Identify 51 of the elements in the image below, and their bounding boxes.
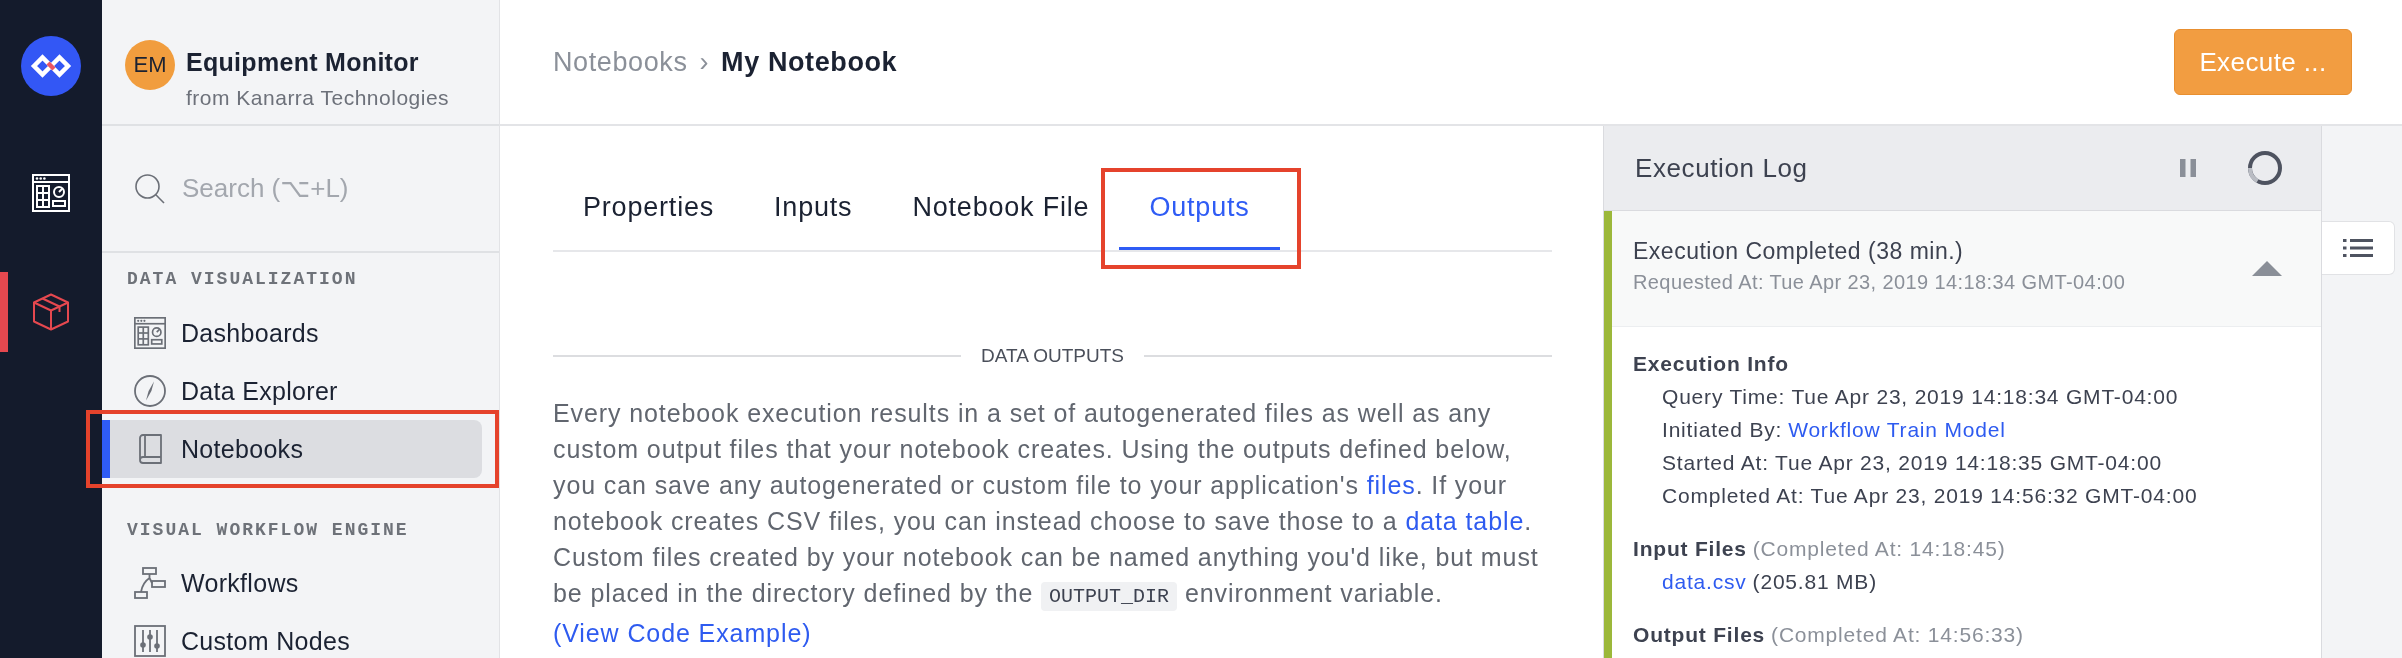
pause-icon[interactable] — [2180, 159, 2196, 177]
tab[interactable]: Properties — [553, 170, 745, 250]
panel-title: Execution Log — [1635, 152, 1809, 184]
breadcrumb-separator: › — [699, 46, 710, 78]
app-owner: from Kanarra Technologies — [186, 85, 450, 111]
search-field[interactable]: Search (⌥+L) — [182, 171, 462, 206]
app-name: Equipment Monitor — [186, 47, 420, 77]
completion-time: (Completed At: 14:18:45) — [1752, 537, 2006, 560]
file-size: (205.81 MB) — [1752, 570, 1877, 593]
section-label: VISUAL WORKFLOW ENGINE — [126, 519, 410, 542]
detail-line: Initiated By: Workflow Train Model — [1661, 417, 2007, 443]
list-icon — [2343, 239, 2373, 257]
section-title: Output Files — [1633, 623, 1766, 646]
code-snippet: OUTPUT_DIR — [1041, 582, 1178, 611]
sidebar-item[interactable]: Dashboards — [102, 304, 482, 362]
detail-line: Started At: Tue Apr 23, 2019 14:18:35 GMT-04:00 — [1661, 450, 2163, 476]
app-initials-avatar: EM — [125, 40, 175, 90]
section-title: Input Files — [1633, 537, 1747, 560]
workflow-icon — [134, 567, 166, 599]
caret-icon[interactable] — [2252, 261, 2282, 276]
list-view-button[interactable] — [2322, 221, 2395, 275]
spinner-icon — [2248, 151, 2282, 185]
detail-line: Query Time: Tue Apr 23, 2019 14:18:34 GMT-04:00 — [1661, 384, 2180, 410]
detail-line: Completed At: Tue Apr 23, 2019 14:56:32 GMT-04:00 — [1661, 483, 2199, 509]
dashboard-icon — [32, 174, 70, 212]
inline-link[interactable]: data table — [1405, 507, 1525, 535]
logo-icon[interactable] — [21, 36, 81, 96]
file-link[interactable]: data.csv — [1662, 570, 1747, 593]
box-icon — [32, 293, 70, 331]
sidebar-item[interactable]: Notebooks — [102, 420, 482, 478]
tab[interactable]: Outputs — [1119, 170, 1280, 250]
tab[interactable]: Notebook File — [882, 170, 1120, 250]
inline-link[interactable]: Workflow Train Model — [1788, 418, 2006, 441]
search-icon — [135, 173, 165, 204]
section-label: DATA VISUALIZATION — [126, 268, 359, 291]
requested-time: Requested At: Tue Apr 23, 2019 14:18:34 GMT-04:00 — [1633, 269, 2127, 295]
inline-link[interactable]: (View Code Example) — [553, 619, 812, 647]
sliders-icon — [134, 625, 166, 657]
execution-status: Execution Completed (38 min.) — [1633, 236, 1965, 266]
section-heading: DATA OUTPUTS — [981, 344, 1124, 368]
completion-time: (Completed At: 14:56:33) — [1771, 623, 2024, 646]
description-text: Every notebook execution results in a set of autogenerated files as well as any custom output files that your notebook creates. Using the outputs defined below, you can save any autogenerated or custom file to your application's files. If your notebook creates CSV files, you can instead choose to save those to a data table. Custom files created by your notebook can be named anything you'd like, but must be placed in the directory defined by the OUTPUT_DIR environment variable. (View Code Example) — [553, 398, 1540, 649]
sidebar-item[interactable]: Workflows — [102, 554, 482, 612]
sidebar-item[interactable]: Custom Nodes — [102, 612, 482, 658]
dashboard-icon — [134, 317, 166, 349]
inline-link[interactable]: files — [1366, 471, 1416, 499]
tab[interactable]: Inputs — [744, 170, 883, 250]
compass-icon — [134, 375, 166, 407]
page-title: My Notebook — [721, 46, 898, 78]
section-title: Execution Info — [1633, 351, 1790, 377]
sidebar-item[interactable]: Data Explorer — [102, 362, 482, 420]
